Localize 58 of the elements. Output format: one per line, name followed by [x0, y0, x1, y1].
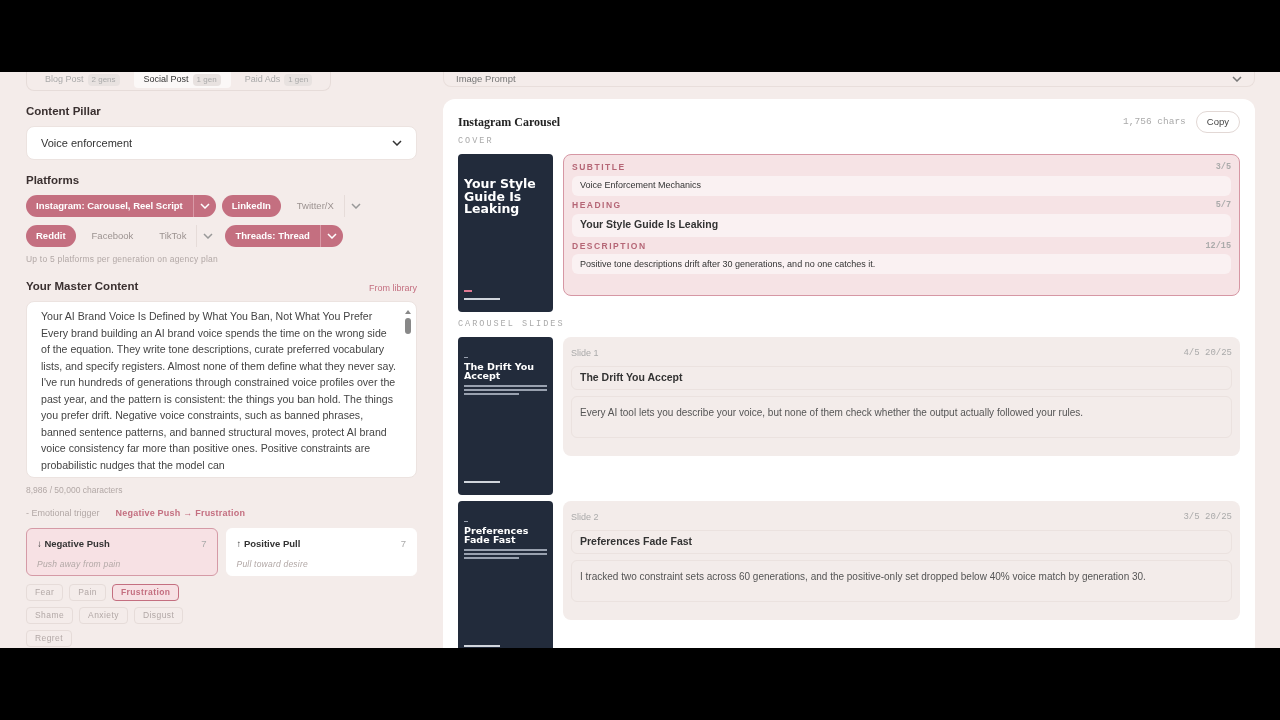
- platform-chip[interactable]: Instagram: Carousel, Reel Script: [26, 195, 216, 217]
- from-library-link[interactable]: From library: [369, 281, 417, 295]
- chevron-down-icon: [203, 233, 214, 239]
- chevron-down-icon: [350, 203, 361, 209]
- thumbnail-title: Preferences Fade Fast: [464, 525, 530, 545]
- section-label: Your Master Content: [26, 278, 139, 294]
- content-pillar-select[interactable]: Voice enforcement: [26, 125, 417, 160]
- emotion-chip[interactable]: Anxiety: [79, 607, 128, 625]
- trigger-direction-card[interactable]: ↑ Positive Pull 7 Pull toward desire: [225, 528, 417, 577]
- field-label: HEADING: [572, 198, 622, 212]
- chevron-down-icon: [1232, 76, 1242, 83]
- platform-chip[interactable]: LinkedIn: [221, 195, 281, 217]
- platform-chip[interactable]: TikTok: [149, 225, 220, 247]
- slide-body-input[interactable]: Every AI tool lets you describe your voice, but none of them check whether the output actually followed your rules.: [571, 396, 1232, 439]
- thumbnail-footer: [464, 644, 500, 647]
- slide-label: Slide 1: [571, 346, 599, 360]
- emotion-chip[interactable]: Shame: [26, 607, 74, 625]
- trigger-direction-card[interactable]: ↓ Negative Push 7 Push away from pain: [26, 528, 218, 577]
- chevron-down-icon: [199, 203, 210, 209]
- platform-chip[interactable]: Twitter/X: [286, 195, 367, 217]
- field-count: 5/7: [1215, 198, 1231, 212]
- field-label: SUBTITLE: [572, 161, 626, 174]
- chevron-down-icon: [392, 139, 402, 146]
- emotional-trigger-toggle[interactable]: - Emotional trigger: [26, 506, 100, 521]
- output-title: Instagram Carousel: [458, 114, 561, 132]
- master-content-textarea[interactable]: Your AI Brand Voice Is Defined by What You Ban, Not What You Prefer Every brand building an AI brand voice spends the time on the wrong side of the equation. They write tone descriptions, curate preferred vocabulary lists, and specify registers. Almost none of them define what they never say. I've run hundreds of generations through constrained voice profiles over the past year, and the pattern is consistent: the things you ban hold. The things you prefer drift. Negative voice constraints, such as banned phrases, banned sentence patterns, and banned structural moves, protect AI brand voice consistency far more than positive ones. Positive constraints are probabilistic nudges that the model can: [26, 301, 417, 478]
- cover-field-input[interactable]: Voice Enforcement Mechanics: [572, 175, 1231, 196]
- cover-field-input[interactable]: Your Style Guide Is Leaking: [572, 213, 1231, 237]
- section-label: CAROUSEL SLIDES: [458, 318, 566, 331]
- platform-chip[interactable]: Reddit: [26, 225, 76, 247]
- slide-label: Slide 2: [571, 510, 599, 524]
- field-count: 3/5: [1215, 161, 1231, 174]
- section-label: Content Pillar: [26, 103, 102, 119]
- character-count: 1,756 chars: [1123, 115, 1186, 130]
- field-count: 12/15: [1205, 239, 1231, 253]
- slide-counts: 3/5 20/25: [1183, 510, 1232, 524]
- image-prompt-collapsible[interactable]: Image Prompt: [443, 72, 1255, 88]
- slide-title-input[interactable]: The Drift You Accept: [571, 366, 1232, 391]
- emotion-chip[interactable]: Pain: [69, 584, 106, 602]
- field-label: DESCRIPTION: [572, 239, 647, 253]
- thumbnail-title: The Drift You Accept: [464, 361, 536, 381]
- platform-chip[interactable]: Facebook: [81, 225, 144, 247]
- emotion-chip[interactable]: Frustration: [111, 584, 180, 602]
- trigger-label: Negative Push → Frustration: [115, 506, 246, 520]
- section-label: Platforms: [26, 172, 81, 188]
- section-label: COVER: [458, 135, 495, 148]
- slide-body-input[interactable]: I tracked two constraint sets across 60 generations, and the positive-only set dropped below 40% voice match by generation 30.: [571, 560, 1232, 603]
- thumbnail-title: Your Style Guide Is Leaking: [464, 178, 537, 216]
- emotion-chip[interactable]: Regret: [26, 630, 73, 648]
- slide-counts: 4/5 20/25: [1183, 346, 1232, 360]
- thumbnail-footer: [464, 480, 500, 483]
- cover-field-input[interactable]: Positive tone descriptions drift after 30 generations, and no one catches it.: [572, 254, 1231, 275]
- slide-title-input[interactable]: Preferences Fade Fast: [571, 530, 1232, 555]
- emotion-chip[interactable]: Disgust: [133, 607, 184, 625]
- emotion-chip[interactable]: Fear: [26, 584, 64, 602]
- character-count: 8,986 / 50,000 characters: [26, 484, 124, 497]
- chevron-down-icon: [326, 233, 337, 239]
- platform-chip[interactable]: Threads: Thread: [225, 225, 343, 247]
